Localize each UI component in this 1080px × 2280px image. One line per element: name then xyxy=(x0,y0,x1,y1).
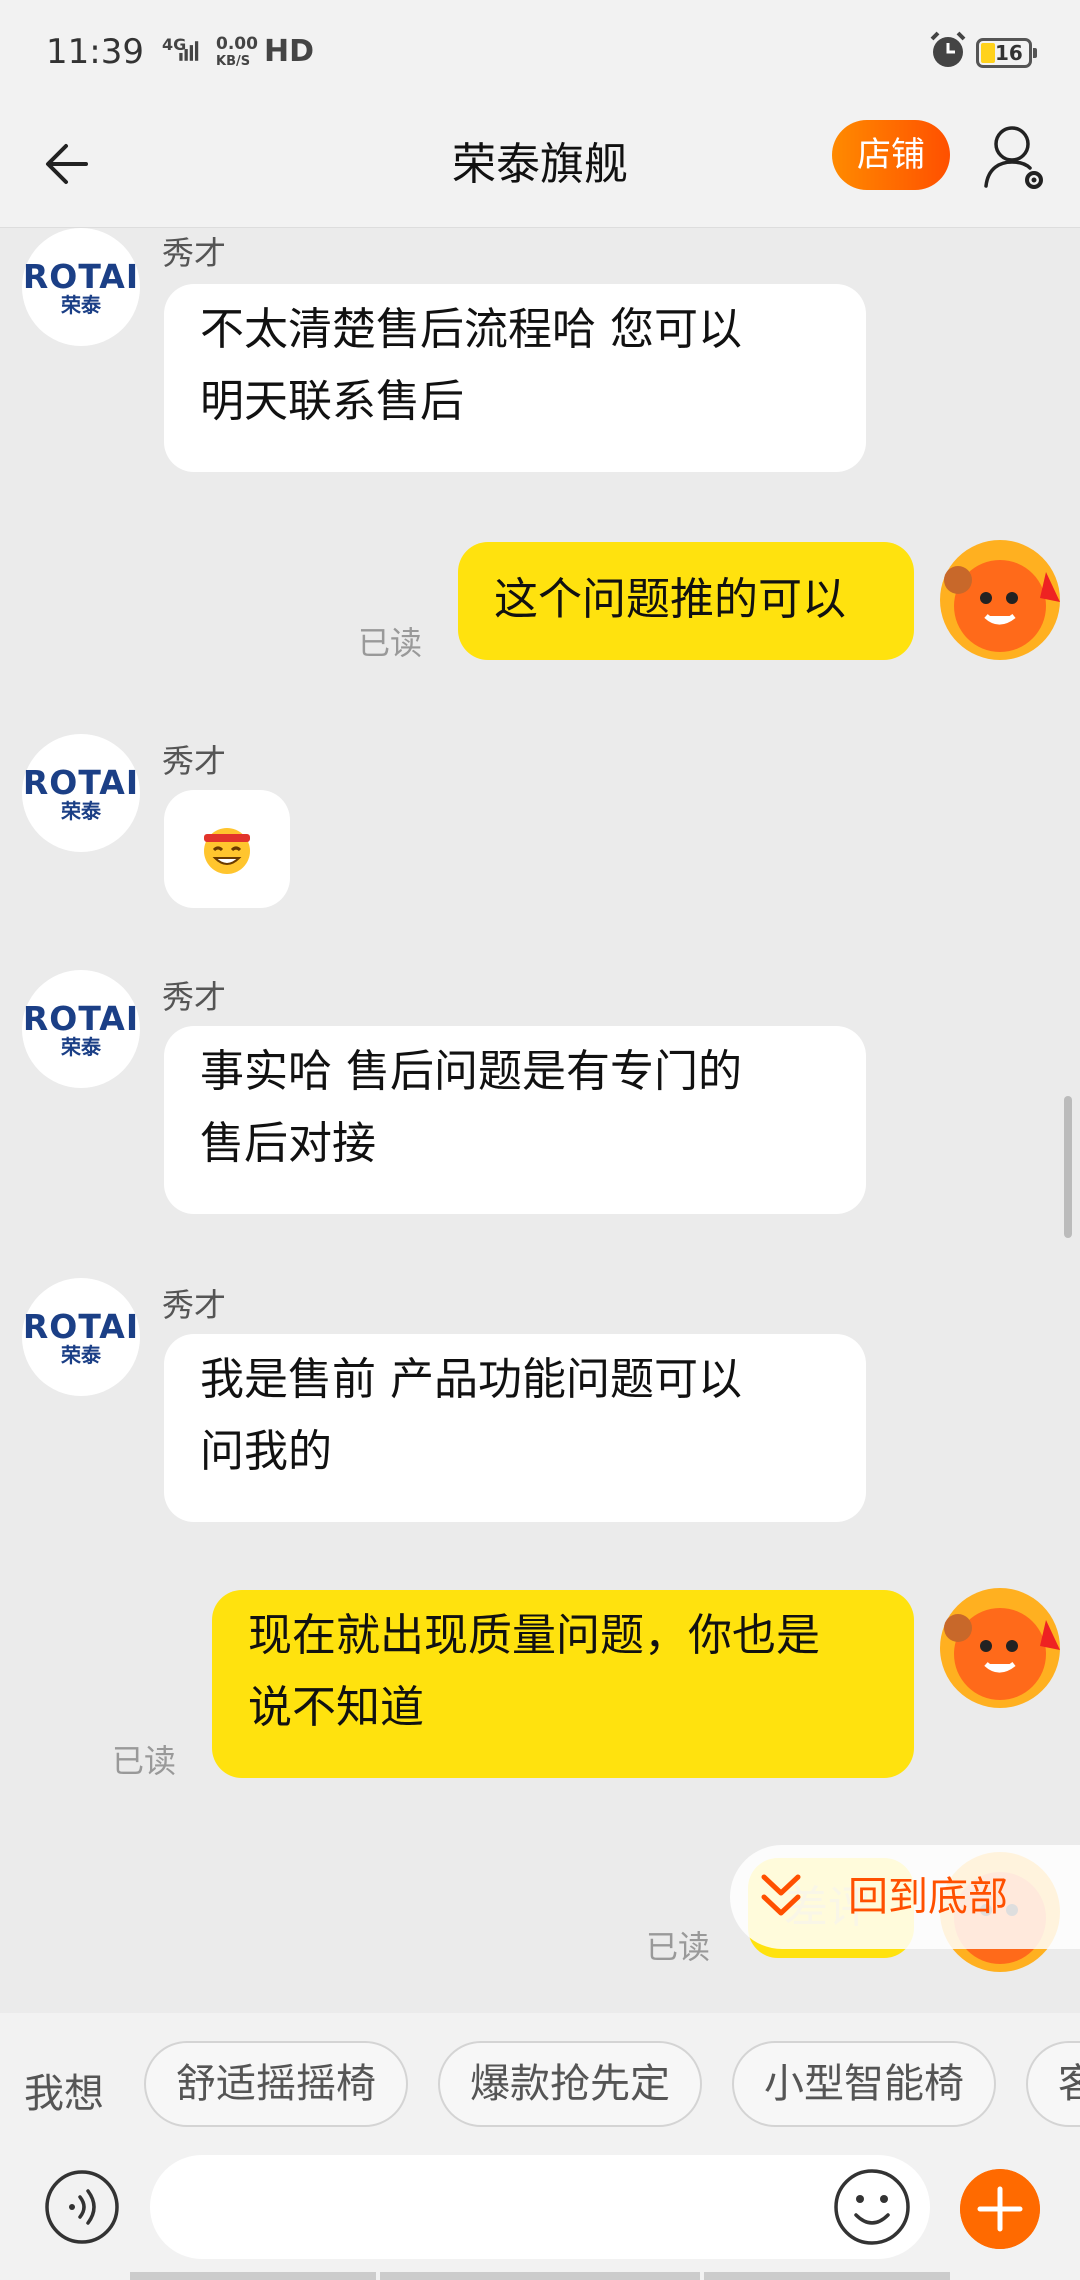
my-message-bubble[interactable]: 这个问题推的可以 xyxy=(458,542,914,660)
status-time: 11:39 xyxy=(46,32,144,72)
scroll-indicator[interactable] xyxy=(1064,1096,1072,1238)
input-bar xyxy=(0,2155,1080,2280)
status-bar: 11:39 4G 0.00 KB/S HD 16 xyxy=(0,0,1080,108)
my-avatar[interactable] xyxy=(928,1580,1070,1714)
hd-indicator: HD xyxy=(264,34,315,69)
shop-avatar[interactable]: ROTAI 荣泰 xyxy=(22,1278,140,1396)
message-bubble[interactable]: 不太清楚售后流程哈 您可以 明天联系售后 xyxy=(164,284,866,472)
quick-phrase-chip[interactable]: 客 xyxy=(1026,2041,1080,2127)
double-chevron-down-icon xyxy=(761,1874,801,1916)
message-input[interactable] xyxy=(150,2155,930,2259)
sender-name: 秀才 xyxy=(162,742,227,780)
my-avatar[interactable] xyxy=(928,532,1070,666)
quick-phrase-chip[interactable]: 小型智能椅 xyxy=(732,2041,996,2127)
back-to-bottom-label: 回到底部 xyxy=(848,1874,1008,1920)
sender-name: 秀才 xyxy=(162,978,227,1016)
signal-icon xyxy=(179,41,199,61)
plus-icon[interactable] xyxy=(960,2169,1040,2249)
quick-phrase-bar[interactable]: 我想 舒适摇摇椅 爆款抢先定 小型智能椅 客 xyxy=(0,2013,1080,2155)
read-status: 已读 xyxy=(358,624,423,662)
user-settings-icon[interactable] xyxy=(982,122,1046,192)
message-bubble[interactable]: 我是售前 产品功能问题可以 问我的 xyxy=(164,1334,866,1522)
voice-icon[interactable] xyxy=(44,2169,120,2245)
shop-avatar[interactable]: ROTAI 荣泰 xyxy=(22,970,140,1088)
battery-level: 16 xyxy=(995,41,1023,65)
message-bubble[interactable]: 事实哈 售后问题是有专门的 售后对接 xyxy=(164,1026,866,1214)
quick-phrase-chip[interactable]: 舒适摇摇椅 xyxy=(144,2041,408,2127)
message-bubble[interactable] xyxy=(164,790,290,908)
sender-name: 秀才 xyxy=(162,1286,227,1324)
battery-icon: 16 xyxy=(976,38,1037,68)
shop-avatar[interactable]: ROTAI 荣泰 xyxy=(22,734,140,852)
shop-avatar[interactable]: ROTAI 荣泰 xyxy=(22,228,140,346)
back-to-bottom-button[interactable]: 回到底部 xyxy=(730,1845,1080,1949)
net-speed: 0.00 KB/S xyxy=(216,34,258,70)
sender-name: 秀才 xyxy=(162,234,227,272)
shop-button[interactable]: 店铺 xyxy=(832,120,950,190)
navigation-bar xyxy=(0,2272,1080,2280)
read-status: 已读 xyxy=(112,1742,177,1780)
alarm-icon xyxy=(930,31,966,67)
quick-phrase-chip[interactable]: 爆款抢先定 xyxy=(438,2041,702,2127)
smiley-icon[interactable] xyxy=(832,2167,912,2247)
chat-header: 荣泰旗舰 店铺 xyxy=(0,108,1080,228)
grinning-headband-emoji xyxy=(204,828,250,874)
my-message-bubble[interactable]: 现在就出现质量问题，你也是 说不知道 xyxy=(212,1590,914,1778)
quick-phrase-prefix: 我想 xyxy=(24,2071,104,2117)
read-status: 已读 xyxy=(646,1928,711,1966)
message-list[interactable]: ROTAI 荣泰 秀才 不太清楚售后流程哈 您可以 明天联系售后 已读 这个问题… xyxy=(0,228,1080,2013)
